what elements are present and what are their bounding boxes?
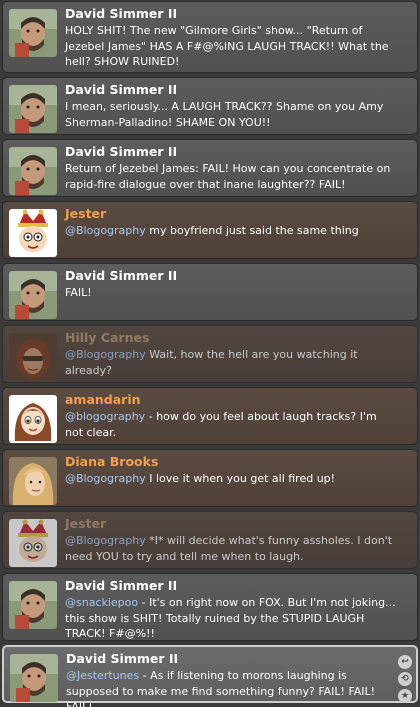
tweet-item[interactable]: Jester @Blogography my boyfriend just sa… <box>2 201 418 259</box>
author-name[interactable]: David Simmer II <box>65 144 177 159</box>
tweet-item[interactable]: Hilly Carnes @Blogography Wait, how the … <box>2 325 418 383</box>
mention-link[interactable]: @blogography <box>65 410 145 423</box>
reply-icon[interactable]: ↩ <box>398 655 412 669</box>
tweet-item[interactable]: David Simmer II Return of Jezebel James:… <box>2 139 418 197</box>
tweet-text: @Blogography *I* will decide what's funn… <box>65 533 397 564</box>
tweet-text: @snackiepoo - It's on right now on FOX. … <box>65 595 397 642</box>
author-name[interactable]: Hilly Carnes <box>65 330 149 345</box>
author-name[interactable]: amandarin <box>65 392 141 407</box>
hilly-avatar[interactable] <box>9 333 57 381</box>
tweet-body: I mean, seriously... A LAUGH TRACK?? Sha… <box>65 100 384 129</box>
mention-link[interactable]: @Jestertunes <box>66 669 139 682</box>
david-avatar[interactable] <box>10 654 58 702</box>
david-avatar[interactable] <box>9 271 57 319</box>
tweet-text: @Blogography Wait, how the hell are you … <box>65 347 397 378</box>
author-name[interactable]: David Simmer II <box>65 578 177 593</box>
tweet-item[interactable]: David Simmer II I mean, seriously... A L… <box>2 77 418 135</box>
tweet-body: HOLY SHIT! The new "Gilmore Girls" show.… <box>65 24 389 68</box>
tweet-item[interactable]: amandarin @blogography - how do you feel… <box>2 387 418 445</box>
jester-avatar[interactable] <box>9 209 57 257</box>
tweet-timeline[interactable]: David Simmer II HOLY SHIT! The new "Gilm… <box>0 0 420 707</box>
jester-avatar[interactable] <box>9 519 57 567</box>
david-avatar[interactable] <box>9 9 57 57</box>
tweet-item[interactable]: Jester @Blogography *I* will decide what… <box>2 511 418 569</box>
tweet-text: HOLY SHIT! The new "Gilmore Girls" show.… <box>65 23 397 70</box>
tweet-text: @blogography - how do you feel about lau… <box>65 409 397 440</box>
author-name[interactable]: Jester <box>65 516 106 531</box>
tweet-text: @Jestertunes - As if listening to morons… <box>66 668 396 707</box>
mention-link[interactable]: @snackiepoo <box>65 596 138 609</box>
mention-link[interactable]: @Blogography <box>65 224 146 237</box>
diana-avatar[interactable] <box>9 457 57 505</box>
mention-link[interactable]: @Blogography <box>65 534 146 547</box>
tweet-item[interactable]: David Simmer II HOLY SHIT! The new "Gilm… <box>2 1 418 73</box>
tweet-actions: ↩ ⟲ ★ <box>398 655 412 703</box>
david-avatar[interactable] <box>9 581 57 629</box>
favorite-icon[interactable]: ★ <box>398 689 412 703</box>
tweet-body: FAIL! <box>65 286 92 299</box>
author-name[interactable]: Diana Brooks <box>65 454 158 469</box>
retweet-icon[interactable]: ⟲ <box>398 672 412 686</box>
tweet-item-selected[interactable]: David Simmer II @Jestertunes - As if lis… <box>2 645 418 707</box>
tweet-text: Return of Jezebel James: FAIL! How can y… <box>65 161 397 192</box>
tweet-text: I mean, seriously... A LAUGH TRACK?? Sha… <box>65 99 397 130</box>
tweet-text: @Blogography I love it when you get all … <box>65 471 397 487</box>
tweet-item[interactable]: David Simmer II @snackiepoo - It's on ri… <box>2 573 418 641</box>
tweet-text: FAIL! <box>65 285 397 301</box>
author-name[interactable]: David Simmer II <box>65 6 177 21</box>
tweet-text: @Blogography my boyfriend just said the … <box>65 223 397 239</box>
david-avatar[interactable] <box>9 85 57 133</box>
mention-link[interactable]: @Blogography <box>65 348 146 361</box>
amandarin-avatar[interactable] <box>9 395 57 443</box>
author-name[interactable]: Jester <box>65 206 106 221</box>
mention-link[interactable]: @Blogography <box>65 472 146 485</box>
tweet-body: I love it when you get all fired up! <box>145 472 336 485</box>
author-name[interactable]: David Simmer II <box>65 82 177 97</box>
tweet-item[interactable]: David Simmer II FAIL! <box>2 263 418 321</box>
author-name[interactable]: David Simmer II <box>66 651 178 666</box>
david-avatar[interactable] <box>9 147 57 195</box>
tweet-item[interactable]: Diana Brooks @Blogography I love it when… <box>2 449 418 507</box>
tweet-body: Return of Jezebel James: FAIL! How can y… <box>65 162 391 191</box>
author-name[interactable]: David Simmer II <box>65 268 177 283</box>
tweet-body: my boyfriend just said the same thing <box>145 224 359 237</box>
